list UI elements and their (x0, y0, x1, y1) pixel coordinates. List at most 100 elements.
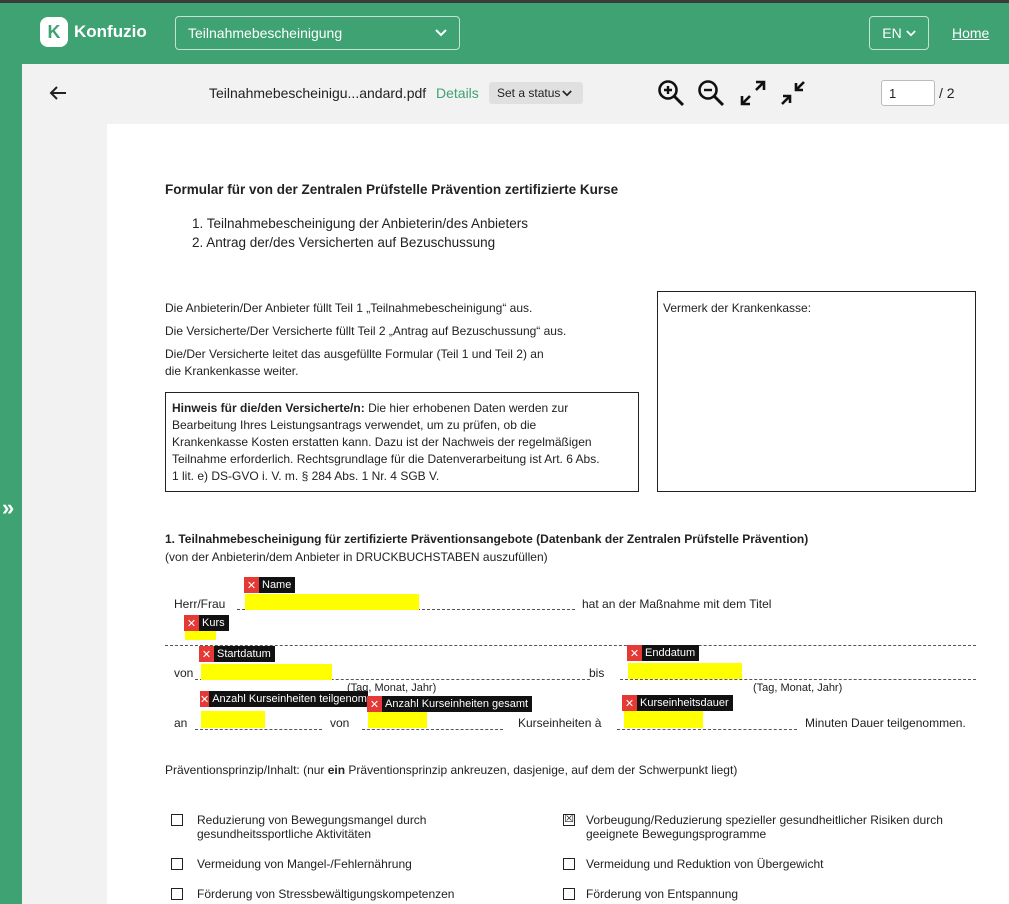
anzahl-teilgenommen-field[interactable] (201, 711, 265, 728)
annotation-tag-anzahl-teilgenommen[interactable]: ✕Anzahl Kurseinheiten teilgenommen (200, 691, 368, 707)
annotation-label: Anzahl Kurseinheiten gesamt (385, 698, 529, 710)
name-field[interactable] (245, 594, 419, 610)
instruction-text: die Krankenkasse weiter. (165, 364, 299, 378)
dauer-line (617, 729, 797, 730)
list-item: 1. Teilnahmebescheinigung der Anbieterin… (192, 216, 528, 231)
list-item: 2. Antrag der/des Versicherten auf Bezus… (192, 235, 496, 250)
form-title: Formular für von der Zentralen Prüfstell… (165, 182, 619, 197)
annotation-tag-kurs[interactable]: ✕ Kurs (184, 615, 229, 631)
annotation-label: Kurs (202, 617, 225, 629)
remove-icon[interactable]: ✕ (184, 615, 199, 631)
annotation-label: Startdatum (217, 648, 271, 660)
logo[interactable]: K Konfuzio (40, 17, 147, 47)
prinzip-post: Präventionsprinzip ankreuzen, dasjenige,… (345, 763, 738, 777)
startdatum-field[interactable] (201, 664, 332, 680)
details-link[interactable]: Details (436, 85, 479, 101)
annotation-label: Kurseinheitsdauer (640, 697, 729, 709)
option-label: Vermeidung von Mangel-/Fehlernährung (197, 857, 412, 871)
hint-line: 1 lit. e) DS-GVO i. V. m. § 284 Abs. 1 N… (172, 469, 440, 483)
vermerk-label: Vermerk der Krankenkasse: (663, 301, 812, 315)
status-placeholder: Set a status (497, 86, 561, 100)
fullscreen-icon[interactable] (738, 78, 768, 108)
kurs-line (165, 645, 976, 646)
vermerk-box (657, 291, 976, 492)
herr-frau-label: Herr/Frau (174, 597, 226, 611)
annotation-tag-enddatum[interactable]: ✕ Enddatum (627, 645, 700, 661)
chevron-down-icon (562, 89, 573, 96)
prinzip-bold: ein (327, 763, 346, 777)
von-label: von (174, 666, 194, 680)
remove-icon[interactable]: ✕ (244, 577, 259, 593)
hint-line: Die hier erhobenen Daten werden zur (364, 401, 569, 415)
status-select[interactable]: Set a status (489, 82, 583, 104)
hint-line: Teilnahme erforderlich. Rechtsgrundlage … (172, 452, 600, 466)
option-label: Vermeidung und Reduktion von Übergewicht (586, 857, 824, 871)
option-checkbox[interactable] (171, 858, 183, 870)
remove-icon[interactable]: ✕ (622, 695, 637, 711)
option-checkbox[interactable] (563, 858, 575, 870)
anzahl-gesamt-field[interactable] (368, 711, 427, 728)
option-checkbox[interactable] (171, 888, 183, 900)
teilgenommen-line (195, 729, 322, 730)
remove-icon[interactable]: ✕ (367, 696, 382, 712)
document-select[interactable]: Teilnahmebescheinigung (175, 16, 460, 50)
instruction-text: Die Anbieterin/Der Anbieter füllt Teil 1… (165, 301, 533, 315)
back-arrow-icon[interactable] (46, 81, 70, 105)
zoom-in-icon[interactable] (656, 78, 686, 108)
gesamt-line (362, 729, 503, 730)
page-number-input[interactable]: 1 (881, 80, 935, 106)
option-label: Förderung von Stressbewältigungskompeten… (197, 887, 455, 901)
section-subtitle: (von der Anbieterin/dem Anbieter in DRUC… (165, 550, 548, 564)
chevron-down-icon (435, 29, 447, 37)
chevron-down-icon (905, 29, 916, 36)
prinzip-instruction: Präventionsprinzip/Inhalt: (nur ein Präv… (165, 763, 737, 777)
annotation-tag-name[interactable]: ✕ Name (244, 577, 296, 593)
logo-text: Konfuzio (74, 22, 147, 41)
expand-sidebar-icon[interactable]: » (2, 495, 14, 521)
document-page: Formular für von der Zentralen Prüfstell… (107, 124, 1009, 904)
date-hint: (Tag, Monat, Jahr) (753, 682, 843, 694)
document-select-value: Teilnahmebescheinigung (188, 25, 343, 41)
annotation-tag-startdatum[interactable]: ✕ Startdatum (199, 646, 275, 662)
an-label: an (174, 716, 188, 730)
section-title: 1. Teilnahmebescheinigung für zertifizie… (165, 532, 809, 546)
instruction-text: Die Versicherte/Der Versicherte füllt Te… (165, 324, 567, 338)
bis-label: bis (589, 666, 605, 680)
option-label: Reduzierung von Bewegungsmangel durch (197, 813, 427, 827)
enddatum-field[interactable] (628, 663, 742, 679)
kurseinheiten-label: Kurseinheiten à (518, 716, 602, 730)
language-select[interactable]: EN (869, 16, 929, 50)
hint-line: Krankenkasse Kosten erstatten kann. Dazu… (172, 435, 592, 449)
option-checkbox[interactable] (563, 888, 575, 900)
home-link[interactable]: Home (952, 25, 989, 41)
option-label: Vorbeugung/Reduzierung spezieller gesund… (586, 813, 943, 827)
remove-icon[interactable]: ✕ (627, 645, 642, 661)
viewer-toolbar: Teilnahmebescheinigu...andard.pdf Detail… (22, 64, 1009, 124)
file-name: Teilnahmebescheinigu...andard.pdf (209, 85, 427, 101)
remove-icon[interactable]: ✕ (199, 646, 214, 662)
exit-fullscreen-icon[interactable] (778, 78, 808, 108)
left-rail (0, 64, 22, 904)
kurseinheitsdauer-field[interactable] (624, 711, 703, 728)
language-value: EN (882, 25, 902, 41)
hat-an-label: hat an der Maßnahme mit dem Titel (582, 597, 772, 611)
annotation-tag-kurseinheitsdauer[interactable]: ✕ Kurseinheitsdauer (622, 695, 733, 711)
hint-text: Hinweis für die/den Versicherte/n: Die h… (172, 401, 568, 415)
instruction-text: Die/Der Versicherte leitet das ausgefüll… (165, 347, 544, 361)
annotation-label: Name (262, 579, 292, 591)
annotation-label: Anzahl Kurseinheiten teilgenommen (212, 693, 368, 705)
remove-icon[interactable]: ✕ (200, 691, 210, 707)
option-checkbox[interactable] (171, 814, 183, 826)
page-total: / 2 (939, 85, 955, 101)
annotation-label: Enddatum (645, 647, 696, 659)
option-checkbox-checked[interactable]: ☒ (563, 814, 575, 826)
hint-label: Hinweis für die/den Versicherte/n: (172, 401, 365, 415)
option-label: geeignete Bewegungsprogramme (586, 827, 767, 841)
von2-label: von (330, 716, 350, 730)
kurs-field[interactable] (185, 630, 216, 640)
zoom-out-icon[interactable] (696, 78, 726, 108)
prinzip-pre: Präventionsprinzip/Inhalt: (nur (165, 763, 328, 777)
header-bar: K Konfuzio Teilnahmebescheinigung EN Hom… (0, 3, 1009, 64)
option-label: gesundheitssportliche Aktivitäten (197, 827, 372, 841)
annotation-tag-anzahl-gesamt[interactable]: ✕ Anzahl Kurseinheiten gesamt (367, 696, 533, 712)
